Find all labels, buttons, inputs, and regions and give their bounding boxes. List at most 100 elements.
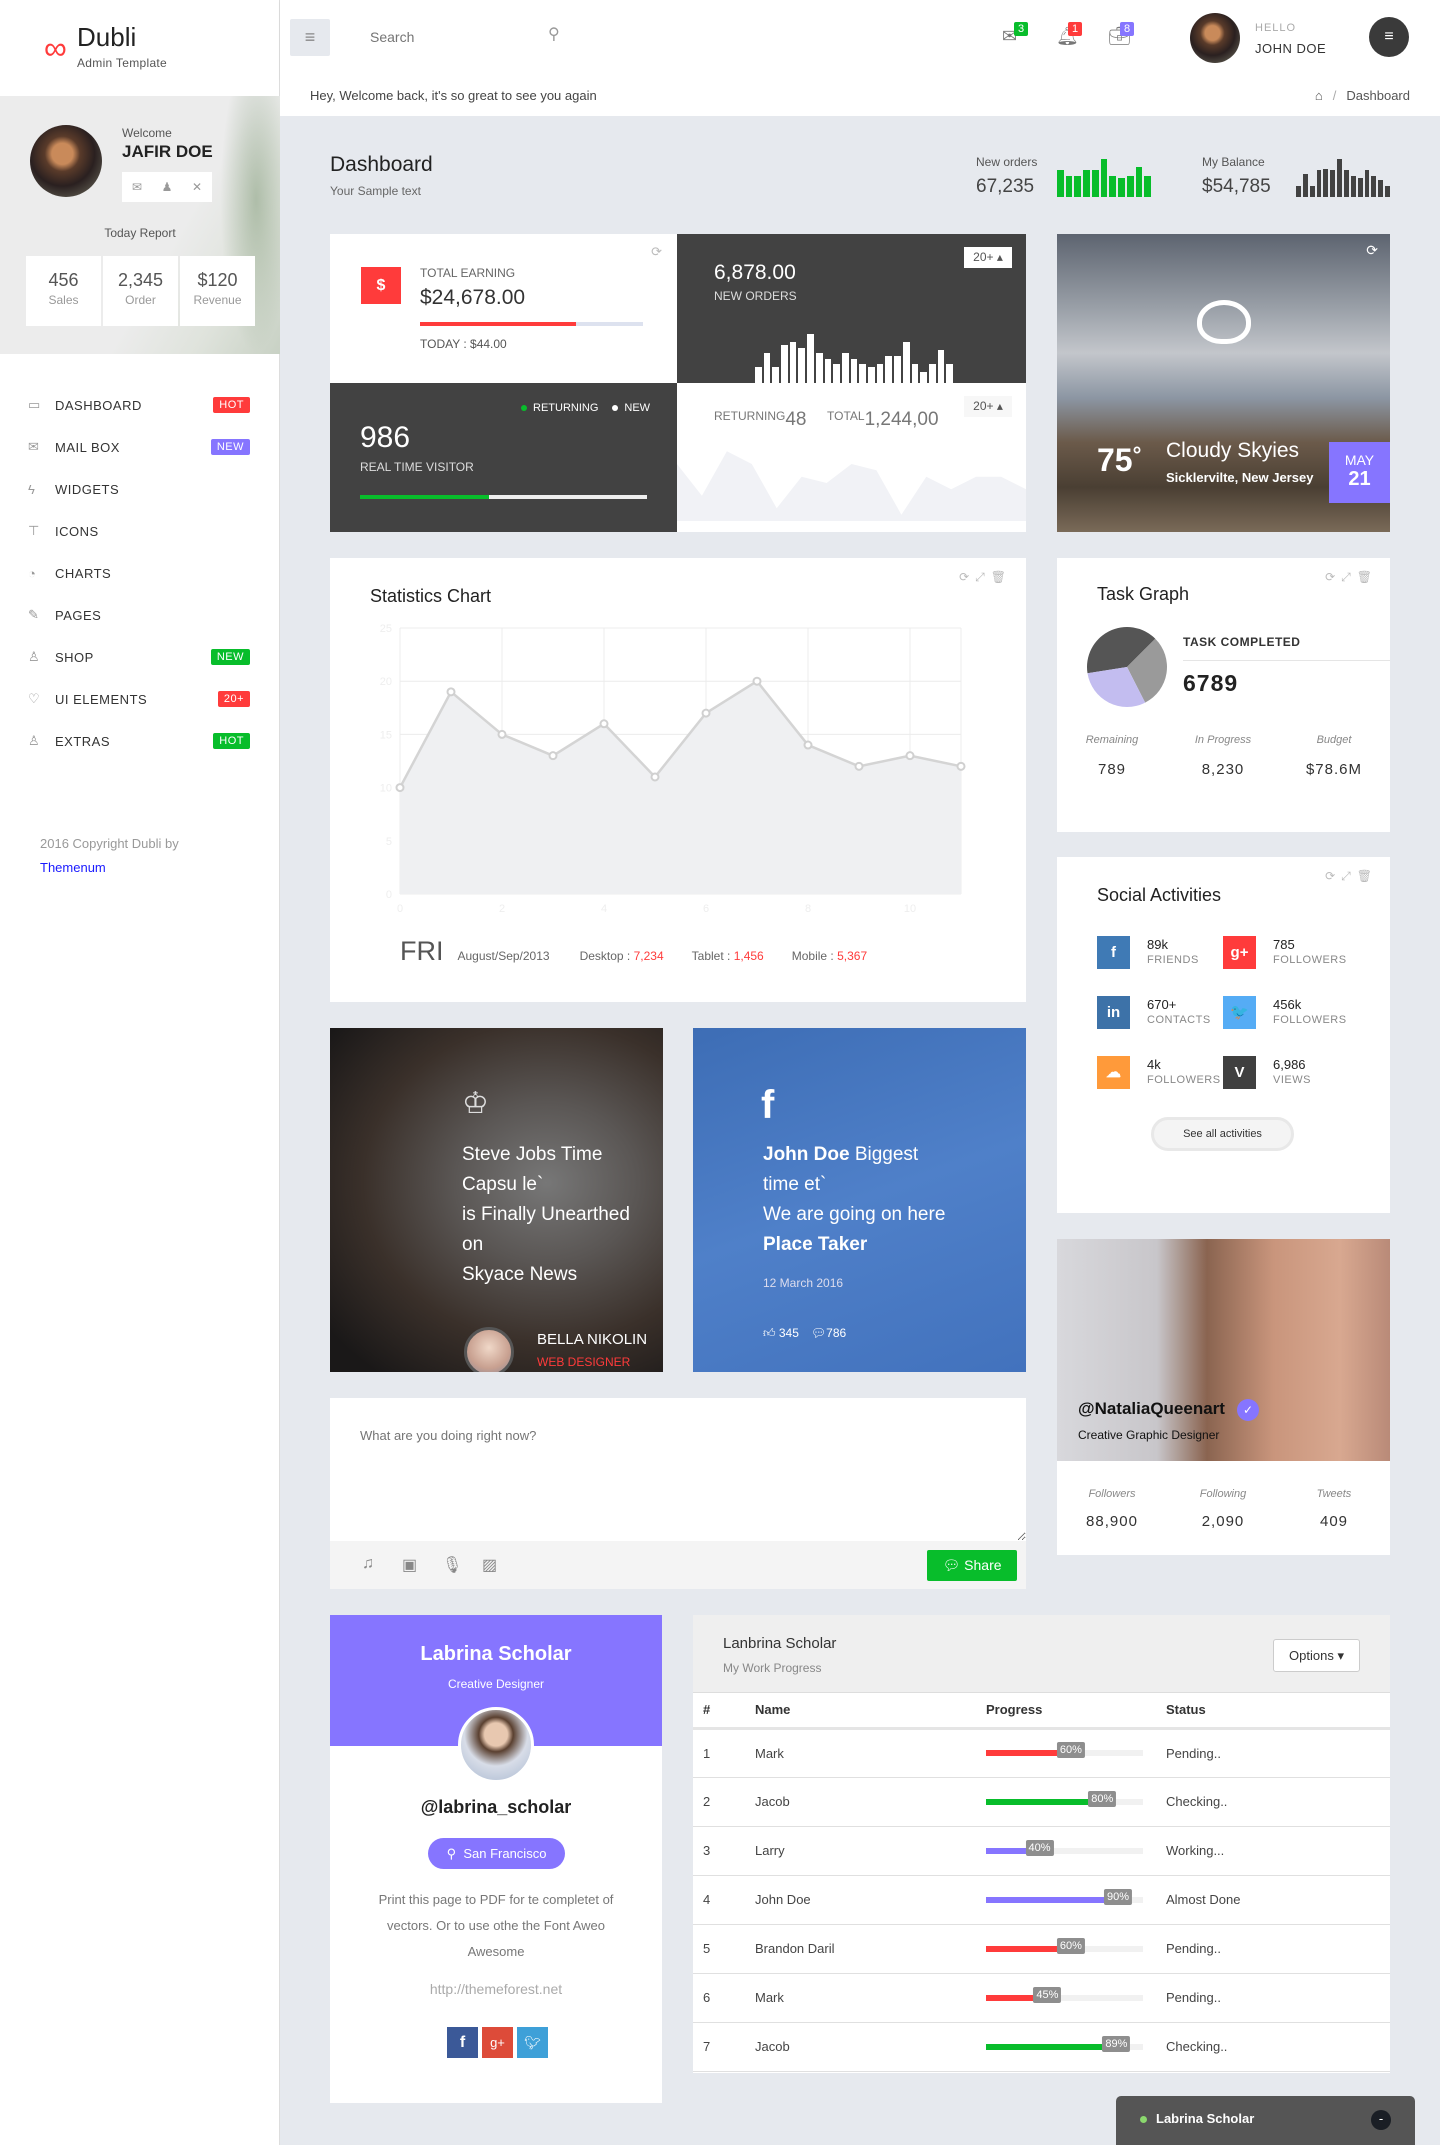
new-orders-label: New orders — [976, 155, 1038, 169]
location-badge[interactable]: ⚲ San Francisco — [428, 1838, 565, 1869]
facebook-icon[interactable]: f — [1097, 936, 1130, 969]
notifications-button[interactable]: 🔔︎ 1 — [1056, 22, 1083, 47]
menu-toggle-button[interactable]: ≡ — [290, 19, 330, 56]
header-user-name[interactable]: JOHN DOE — [1255, 41, 1326, 56]
facebook-button[interactable]: f — [447, 2027, 478, 2058]
mobile-value: 5,367 — [837, 949, 868, 963]
sidebar-item-pages[interactable]: ✎ PAGES — [28, 600, 250, 630]
sidebar-item-icons[interactable]: ⊤ ICONS — [28, 516, 250, 546]
work-table-wrapper: # Name Progress Status 1 Mark 60% Pending..… — [693, 1693, 1390, 2072]
comment-button[interactable]: 💬︎786 — [811, 1326, 846, 1341]
sidebar-item-extras[interactable]: ♙ EXTRAS HOT — [28, 726, 250, 756]
blog-card-facebook[interactable]: f John Doe Biggest time et` We are going… — [693, 1028, 1026, 1372]
status-textarea[interactable] — [330, 1398, 1026, 1541]
data-point[interactable] — [803, 740, 813, 750]
data-point[interactable] — [956, 761, 966, 771]
like-button[interactable]: 👍︎ 345 — [763, 1326, 799, 1341]
social-label: FOLLOWERS — [1147, 1074, 1221, 1086]
task-graph-title: Task Graph — [1097, 584, 1190, 604]
google-plus-button[interactable]: g+ — [482, 2027, 513, 2058]
data-point[interactable] — [650, 772, 660, 782]
x-tick-label: 0 — [397, 903, 403, 915]
linkedin-icon[interactable]: in — [1097, 996, 1130, 1029]
card-tools[interactable]: ⟳⤢🗑︎ — [959, 570, 1012, 585]
author-avatar[interactable] — [464, 1327, 514, 1372]
weather-condition: Cloudy Skyies — [1166, 439, 1300, 462]
chat-widget[interactable]: Labrina Scholar - — [1116, 2096, 1415, 2145]
twitter-button[interactable]: 🐦︎ — [517, 2027, 548, 2058]
refresh-icon[interactable]: ⟳ — [651, 244, 662, 260]
home-icon[interactable]: ⌂ — [1315, 88, 1323, 103]
data-point[interactable] — [548, 751, 558, 761]
data-point[interactable] — [905, 751, 915, 761]
sidebar-item-dashboard[interactable]: ▭ DASHBOARD HOT — [28, 390, 250, 420]
search-icon[interactable]: ⚲ — [548, 24, 560, 44]
mail-icon[interactable]: ✉ — [122, 172, 152, 202]
vine-icon[interactable]: V — [1223, 1056, 1256, 1089]
chat-minimize-button[interactable]: - — [1371, 2110, 1391, 2130]
messages-button[interactable]: ✉ 3 — [1002, 22, 1029, 47]
progress-bar: 40% — [986, 1839, 1143, 1856]
data-point[interactable] — [752, 676, 762, 686]
bar — [755, 366, 762, 383]
sidebar-item-mail-box[interactable]: ✉ MAIL BOX NEW — [28, 432, 250, 462]
bar — [1378, 179, 1384, 197]
bar — [1109, 176, 1117, 197]
desktop-label: Desktop : — [579, 949, 631, 963]
data-point[interactable] — [446, 687, 456, 697]
expand-icon[interactable]: ✕ — [182, 172, 212, 202]
blog-card-news[interactable]: ♔ Steve Jobs Time Capsu le` is Finally U… — [330, 1028, 663, 1372]
blog-line: Biggest — [849, 1144, 919, 1165]
sidebar-item-ui-elements[interactable]: ♡ UI ELEMENTS 20+ — [28, 684, 250, 714]
avatar[interactable] — [30, 125, 102, 197]
social-label: FOLLOWERS — [1273, 1014, 1347, 1026]
data-point[interactable] — [599, 719, 609, 729]
task-pie-chart — [1087, 627, 1167, 707]
bar — [1065, 176, 1073, 197]
share-button[interactable]: 💬︎ Share — [927, 1550, 1017, 1581]
bar — [1091, 170, 1099, 197]
soundcloud-icon[interactable]: ☁ — [1097, 1056, 1130, 1089]
bar — [902, 342, 910, 383]
tasks-button[interactable]: 💼︎ 8 — [1108, 22, 1135, 47]
options-dropdown[interactable]: Options ▾ — [1273, 1639, 1360, 1672]
search-input[interactable] — [370, 24, 550, 50]
sidebar-item-widgets[interactable]: ϟ WIDGETS — [28, 474, 250, 504]
card-tools[interactable]: ⟳⤢🗑︎ — [1325, 570, 1378, 585]
music-icon[interactable]: ♫ — [362, 1555, 374, 1573]
returning-period-dropdown[interactable]: 20+ ▴ — [964, 396, 1012, 417]
google-plus-icon[interactable]: g+ — [1223, 936, 1256, 969]
bar — [894, 355, 901, 383]
share-label: Share — [964, 1557, 1002, 1573]
data-point[interactable] — [701, 708, 711, 718]
orders-period-dropdown[interactable]: 20+ ▴ — [964, 247, 1012, 268]
chart-day: FRI — [400, 936, 444, 966]
bar — [1074, 176, 1082, 197]
microphone-icon[interactable]: 🎙︎ — [442, 1555, 462, 1575]
image-icon[interactable]: ▨ — [482, 1555, 497, 1575]
refresh-icon[interactable]: ⟳ — [1366, 242, 1378, 259]
profile-handle[interactable]: @NataliaQueenart — [1078, 1399, 1225, 1419]
sidebar-item-shop[interactable]: ♙ SHOP NEW — [28, 642, 250, 672]
see-all-activities-button[interactable]: See all activities — [1151, 1117, 1294, 1151]
user-icon[interactable]: ♟ — [152, 172, 182, 202]
profile-role: Creative Graphic Designer — [1078, 1428, 1220, 1442]
data-point[interactable] — [854, 761, 864, 771]
comment-icon: 💬︎ — [942, 1557, 961, 1573]
options-menu-button[interactable]: ≡ — [1369, 17, 1409, 57]
user-avatar[interactable] — [1190, 13, 1240, 63]
card-tools[interactable]: ⟳⤢🗑︎ — [1325, 869, 1378, 884]
sidebar-item-charts[interactable]: ◔ CHARTS — [28, 558, 250, 588]
data-point[interactable] — [395, 783, 405, 793]
progress-bar: 60% — [986, 1937, 1143, 1954]
temperature: 75° — [1097, 442, 1141, 479]
contact-url[interactable]: http://themeforest.net — [330, 1981, 662, 1997]
table-row: 4 John Doe 90% Almost Done — [693, 1875, 1390, 1925]
data-point[interactable] — [497, 729, 507, 739]
sidebar-item-label: SHOP — [55, 649, 94, 665]
copyright-link[interactable]: Themenum — [40, 860, 106, 875]
row-status: Pending.. — [1166, 1924, 1390, 1974]
twitter-icon[interactable]: 🐦 — [1223, 996, 1256, 1029]
video-icon[interactable]: ▣ — [402, 1555, 417, 1575]
contact-avatar[interactable] — [458, 1707, 534, 1783]
